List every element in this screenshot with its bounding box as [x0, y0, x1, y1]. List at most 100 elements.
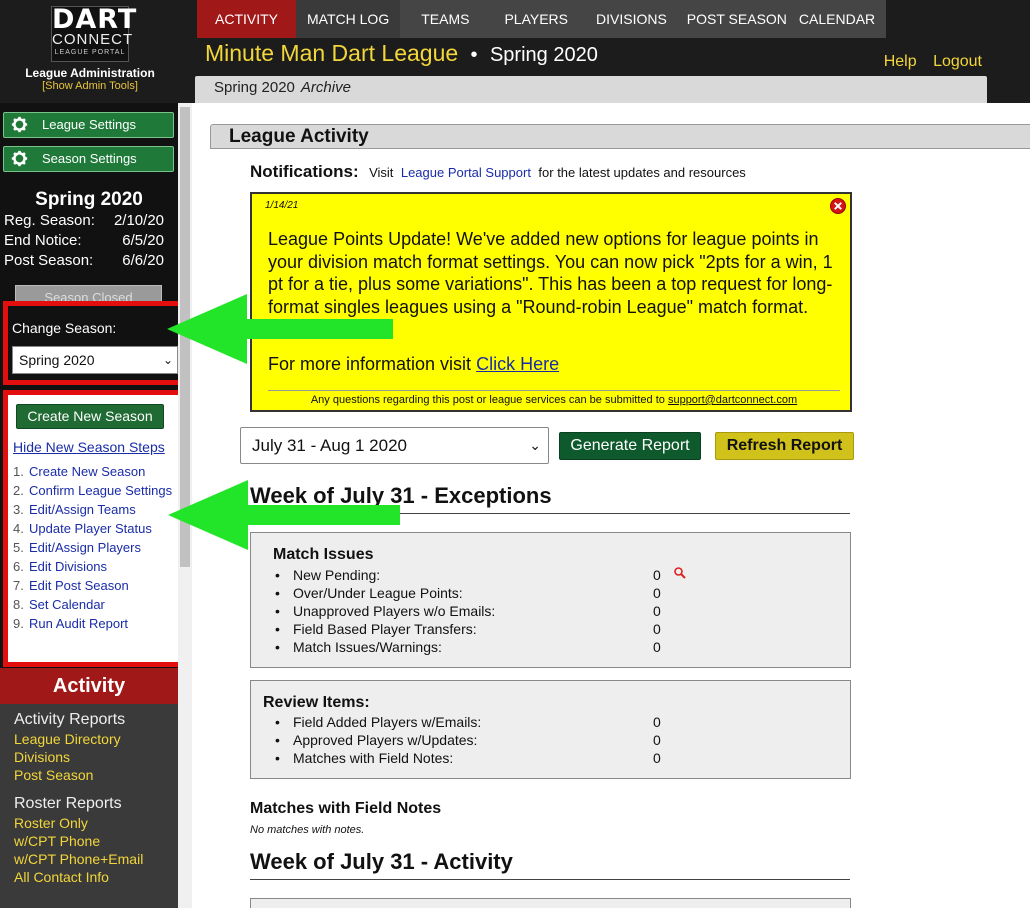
notifications-row: Notifications: Visit League Portal Suppo…	[250, 162, 746, 182]
step-link[interactable]: Create New Season	[29, 464, 145, 480]
season-settings-button[interactable]: Season Settings	[3, 146, 174, 172]
logo-line-2: CONNECT	[52, 31, 134, 48]
list-item: • Unapproved Players w/o Emails: 0	[275, 602, 687, 620]
issue-value: 0	[653, 621, 661, 637]
step-link[interactable]: Edit Post Season	[29, 578, 129, 594]
notifications-post: for the latest updates and resources	[538, 165, 746, 180]
list-item[interactable]: 9. Run Audit Report	[13, 616, 178, 632]
magnifier-icon[interactable]	[673, 566, 687, 580]
main-nav: ACTIVITY MATCH LOG TEAMS PLAYERS DIVISIO…	[197, 0, 887, 38]
activity-reports-heading: Activity Reports	[14, 711, 126, 728]
list-item[interactable]: 4. Update Player Status	[13, 521, 178, 537]
close-icon[interactable]	[830, 198, 846, 214]
review-label: Matches with Field Notes:	[293, 750, 454, 766]
click-here-link[interactable]: Click Here	[476, 354, 559, 374]
review-value: 0	[653, 732, 661, 748]
change-season-value: Spring 2020	[19, 352, 95, 368]
notifications-label: Notifications:	[250, 162, 359, 181]
step-link[interactable]: Confirm League Settings	[29, 483, 172, 499]
bullet: •	[275, 585, 280, 601]
generate-report-button[interactable]: Generate Report	[559, 432, 701, 460]
gear-icon	[11, 116, 28, 133]
date-label: Reg. Season:	[4, 212, 95, 229]
date-value: 2/10/20	[113, 212, 164, 229]
bullet: •	[275, 639, 280, 655]
list-item[interactable]: 5. Edit/Assign Players	[13, 540, 178, 556]
step-link[interactable]: Edit/Assign Teams	[29, 502, 136, 518]
step-number: 4.	[13, 521, 24, 536]
reports-panel: Activity Reports League Directory Divisi…	[0, 704, 178, 908]
logo-line-3: LEAGUE PORTAL	[54, 49, 126, 56]
change-season-highlight: Change Season: Spring 2020 ⌄	[3, 301, 185, 385]
issue-label: New Pending:	[293, 567, 381, 583]
step-link[interactable]: Update Player Status	[29, 521, 152, 537]
logout-link[interactable]: Logout	[933, 53, 982, 70]
tab-activity[interactable]: ACTIVITY	[197, 0, 297, 38]
step-number: 6.	[13, 559, 24, 574]
report-link-post-season[interactable]: Post Season	[14, 766, 178, 784]
change-season-select[interactable]: Spring 2020 ⌄	[12, 346, 178, 374]
date-row-post-season: Post Season: 6/6/20	[0, 251, 178, 271]
show-admin-tools-link[interactable]: [Show Admin Tools]	[0, 80, 180, 92]
list-item[interactable]: 3. Edit/Assign Teams	[13, 502, 178, 518]
create-new-season-button[interactable]: Create New Season	[16, 404, 164, 429]
list-item[interactable]: 1. Create New Season	[13, 464, 178, 480]
report-link-cpt-phone[interactable]: w/CPT Phone	[14, 832, 178, 850]
notification-date: 1/14/21	[265, 200, 299, 211]
report-link-all-contact-info[interactable]: All Contact Info	[14, 868, 178, 886]
notification-footer: Any questions regarding this post or lea…	[268, 390, 840, 406]
review-items-panel: Review Items: • Field Added Players w/Ema…	[250, 680, 851, 779]
step-link[interactable]: Set Calendar	[29, 597, 105, 613]
review-items-list: • Field Added Players w/Emails: 0 • Approve…	[275, 713, 673, 767]
breadcrumb: Spring 2020 Archive	[195, 76, 987, 103]
help-link[interactable]: Help	[884, 53, 917, 70]
season-heading: Spring 2020	[35, 189, 143, 210]
date-value: 6/6/20	[122, 252, 164, 269]
support-email-link[interactable]: support@dartconnect.com	[668, 394, 797, 406]
step-link[interactable]: Edit/Assign Players	[29, 540, 141, 556]
activity-week-heading: Week of July 31 - Activity	[250, 848, 850, 880]
logo-mark: DART CONNECT LEAGUE PORTAL	[51, 6, 136, 62]
tab-match-log[interactable]: MATCH LOG	[296, 0, 401, 38]
report-link-roster-only[interactable]: Roster Only	[14, 814, 178, 832]
header-links: Help Logout	[872, 53, 982, 71]
bullet: •	[275, 567, 280, 583]
report-link-league-directory[interactable]: League Directory	[14, 730, 178, 748]
tab-players[interactable]: PLAYERS	[490, 0, 582, 38]
new-season-steps-list: 1. Create New Season 2. Confirm League Set…	[13, 464, 178, 635]
step-link[interactable]: Run Audit Report	[29, 616, 128, 632]
league-portal-support-link[interactable]: League Portal Support	[401, 165, 531, 180]
week-select[interactable]: July 31 - Aug 1 2020 ⌄	[240, 427, 549, 464]
league-settings-button[interactable]: League Settings	[3, 112, 174, 138]
tab-calendar[interactable]: CALENDAR	[792, 0, 887, 38]
tab-post-season[interactable]: POST SEASON	[680, 0, 793, 38]
tab-divisions[interactable]: DIVISIONS	[582, 0, 681, 38]
issue-value: 0	[653, 603, 661, 619]
review-label: Approved Players w/Updates:	[293, 732, 478, 748]
date-row-end-notice: End Notice: 6/5/20	[0, 231, 178, 251]
bullet: •	[275, 714, 280, 730]
list-item[interactable]: 2. Confirm League Settings	[13, 483, 178, 499]
chevron-down-icon: ⌄	[529, 437, 541, 453]
report-link-cpt-phone-email[interactable]: w/CPT Phone+Email	[14, 850, 178, 868]
list-item[interactable]: 6. Edit Divisions	[13, 559, 178, 575]
tab-teams[interactable]: TEAMS	[400, 0, 491, 38]
list-item[interactable]: 8. Set Calendar	[13, 597, 178, 613]
step-number: 9.	[13, 616, 24, 631]
review-items-title: Review Items:	[263, 694, 370, 711]
footer-text: Any questions regarding this post or lea…	[310, 394, 665, 406]
date-label: End Notice:	[4, 232, 82, 249]
league-settings-label: League Settings	[42, 117, 136, 132]
hide-new-season-steps-link[interactable]: Hide New Season Steps	[13, 439, 165, 455]
report-link-divisions[interactable]: Divisions	[14, 748, 178, 766]
match-issues-list: • New Pending: 0 • Over/Under League Points…	[275, 566, 687, 656]
league-name: Minute Man Dart League	[205, 40, 459, 66]
dartconnect-logo[interactable]: DART CONNECT LEAGUE PORTAL League Admini…	[0, 0, 180, 103]
list-item: • Over/Under League Points: 0	[275, 584, 687, 602]
refresh-report-button[interactable]: Refresh Report	[715, 432, 854, 460]
match-issues-panel: Match Issues • New Pending: 0 • Over/Under …	[250, 532, 851, 668]
list-item[interactable]: 7. Edit Post Season	[13, 578, 178, 594]
review-label: Field Added Players w/Emails:	[293, 714, 482, 730]
step-link[interactable]: Edit Divisions	[29, 559, 107, 575]
